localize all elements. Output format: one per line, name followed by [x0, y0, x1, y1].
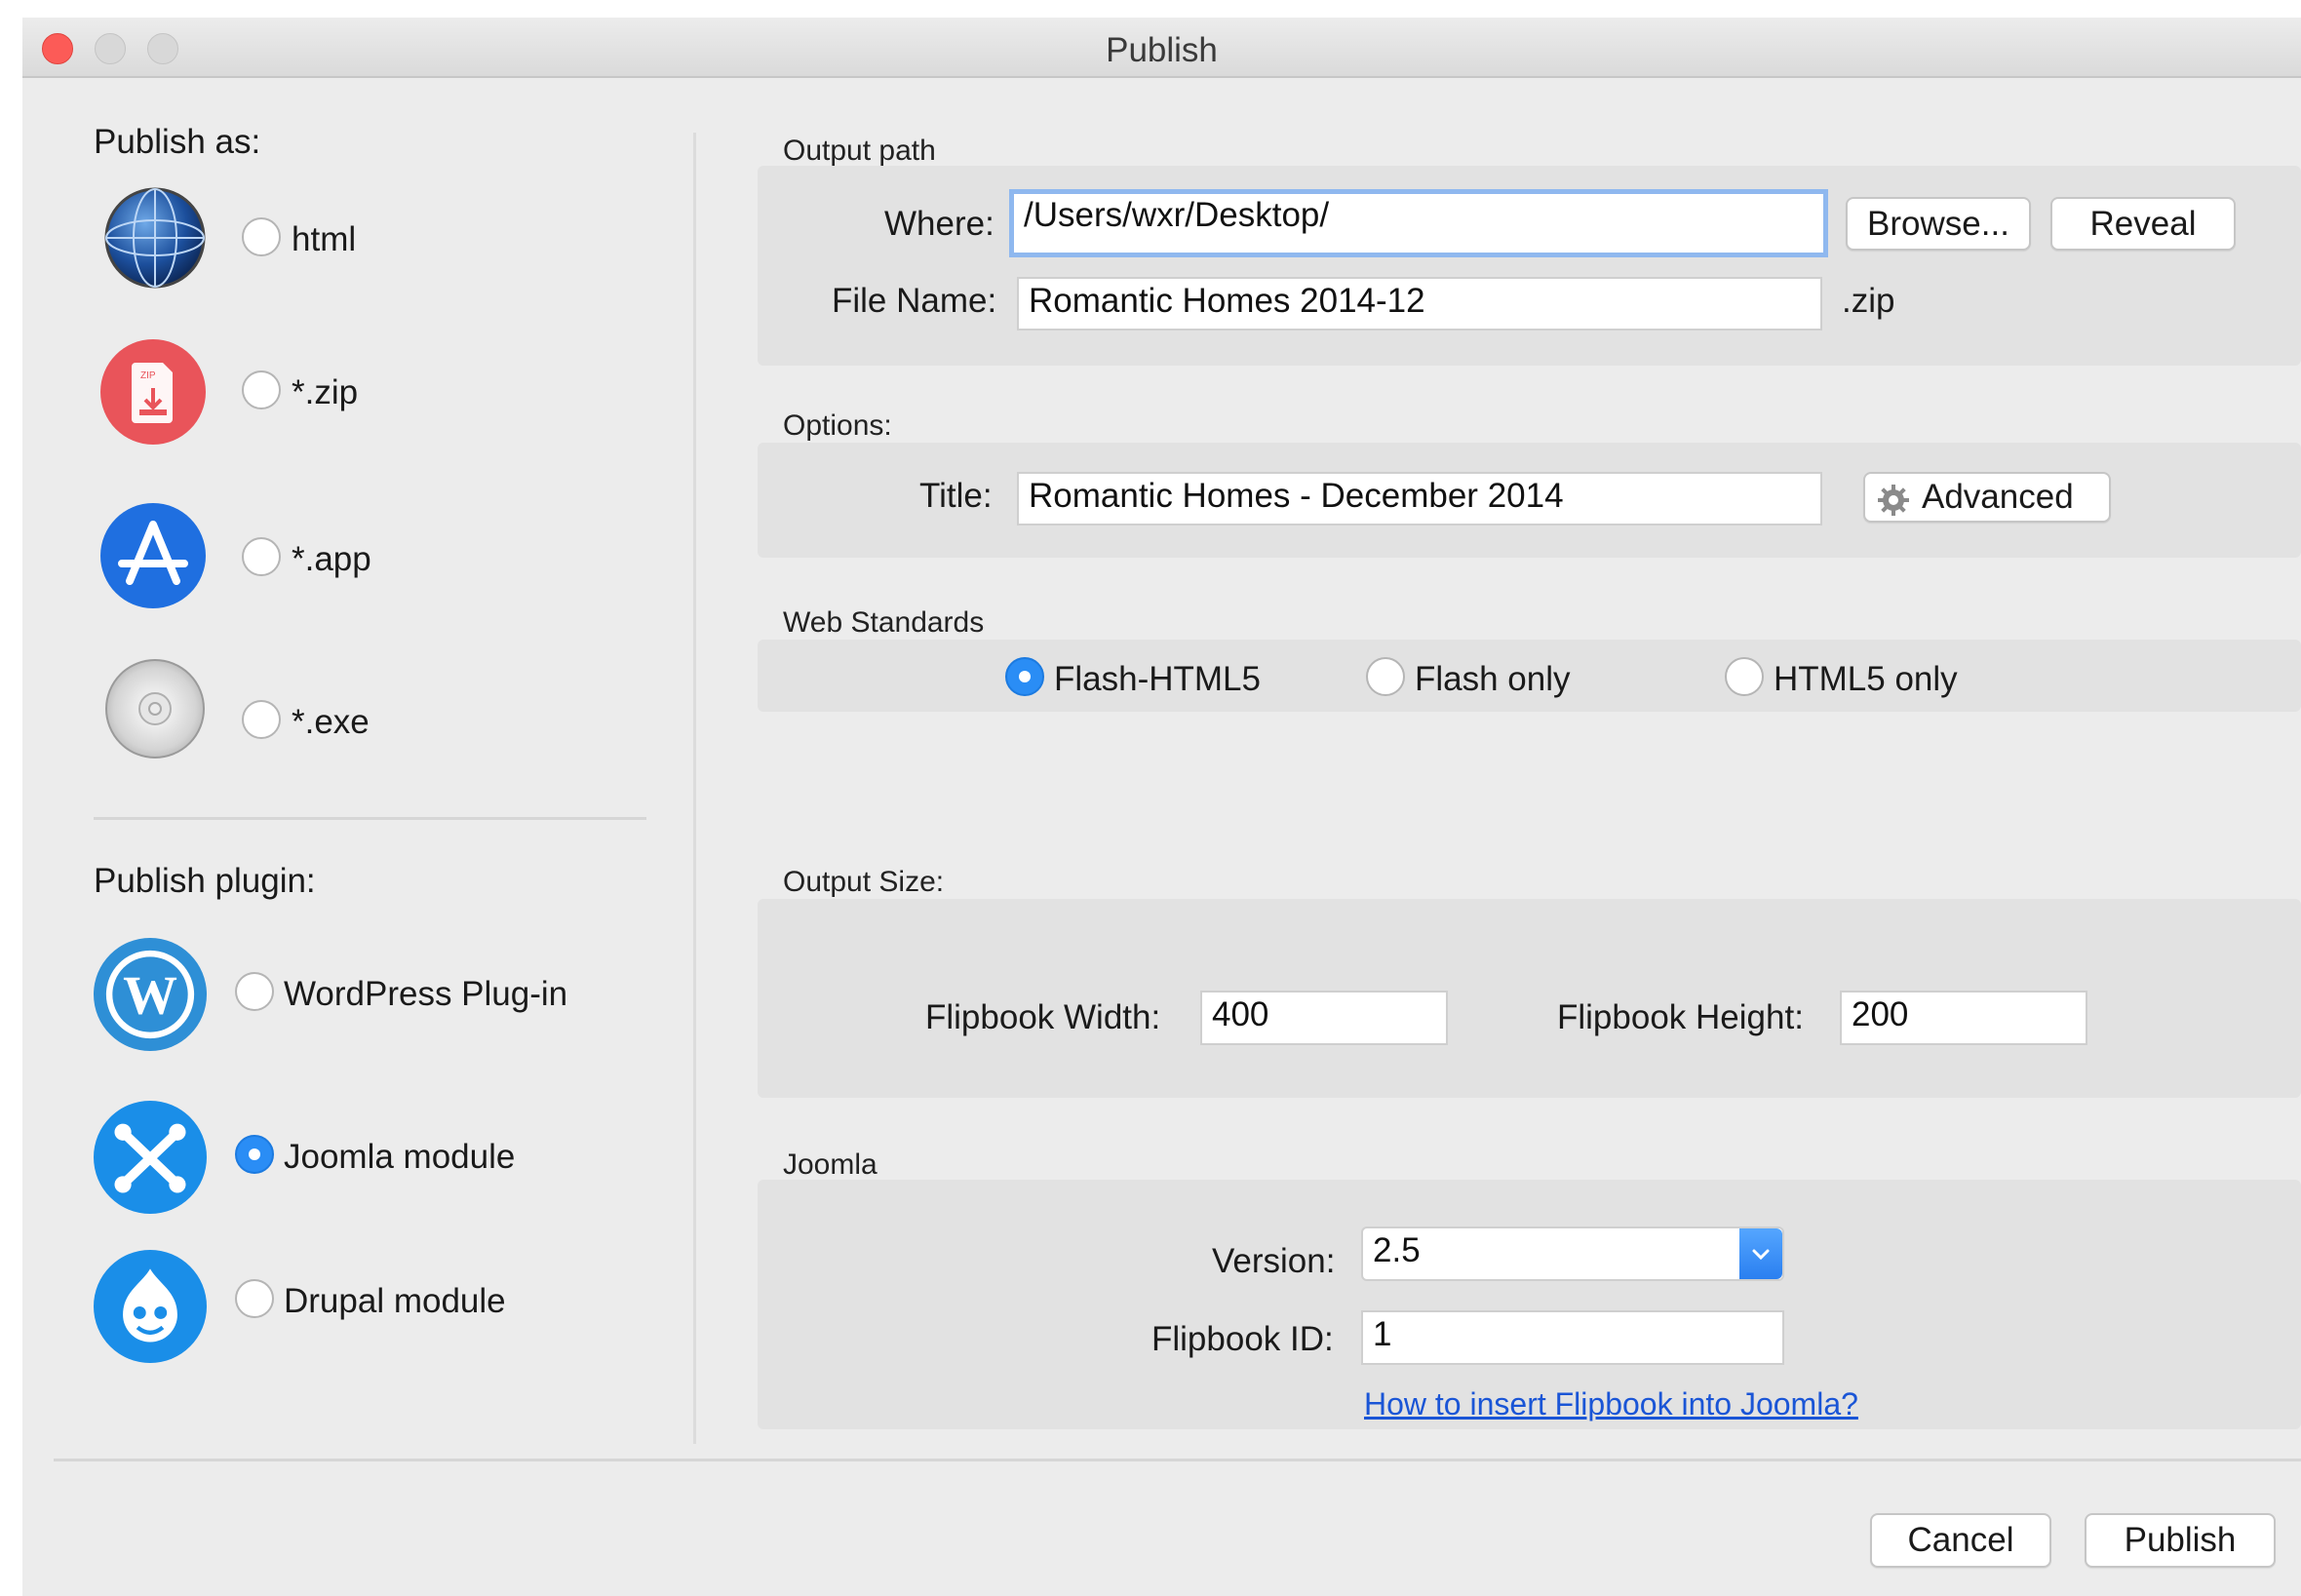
wordpress-icon: W	[94, 938, 207, 1051]
window-title: Publish	[1106, 31, 1218, 69]
options-label: Options:	[783, 409, 892, 442]
title-label: Title:	[919, 477, 993, 515]
cd-disc-icon	[105, 659, 205, 759]
output-size-label: Output Size:	[783, 866, 945, 898]
publish-as-app-label[interactable]: *.app	[292, 540, 371, 579]
flipbook-id-label: Flipbook ID:	[1151, 1320, 1334, 1358]
publish-dialog: Publish Publish as: html ZIP *.zip *.app	[22, 18, 2301, 1596]
publish-plugin-label: Publish plugin:	[94, 862, 316, 900]
select-arrow	[1739, 1228, 1782, 1279]
svg-text:ZIP: ZIP	[140, 370, 156, 381]
flash-only-radio[interactable]	[1366, 657, 1405, 696]
title-field[interactable]: Romantic Homes - December 2014	[1017, 472, 1822, 526]
reveal-button[interactable]: Reveal	[2050, 197, 2236, 251]
svg-text:W: W	[123, 965, 177, 1026]
flipbook-width-label: Flipbook Width:	[925, 998, 1161, 1036]
drupal-module-radio[interactable]	[235, 1279, 274, 1318]
version-label: Version:	[1212, 1242, 1336, 1280]
joomla-module-radio[interactable]	[235, 1135, 274, 1174]
flipbook-height-label: Flipbook Height:	[1557, 998, 1804, 1036]
flipbook-width-field[interactable]: 400	[1200, 991, 1448, 1045]
flipbook-id-field[interactable]: 1	[1361, 1310, 1784, 1365]
cancel-button[interactable]: Cancel	[1870, 1513, 2051, 1568]
browse-button[interactable]: Browse...	[1846, 197, 2031, 251]
web-standards-label: Web Standards	[783, 606, 985, 639]
flash-html5-label[interactable]: Flash-HTML5	[1054, 660, 1261, 699]
publish-as-zip-label[interactable]: *.zip	[292, 373, 358, 412]
flash-html5-radio[interactable]	[1005, 657, 1044, 696]
file-name-field[interactable]: Romantic Homes 2014-12	[1017, 277, 1822, 331]
drupal-icon	[94, 1250, 207, 1363]
drupal-module-label[interactable]: Drupal module	[284, 1282, 506, 1321]
flipbook-height-field[interactable]: 200	[1840, 991, 2087, 1045]
publish-button[interactable]: Publish	[2085, 1513, 2276, 1568]
app-store-icon	[100, 503, 206, 608]
output-path-label: Output path	[783, 135, 936, 167]
joomla-module-label[interactable]: Joomla module	[284, 1138, 515, 1177]
joomla-icon	[94, 1101, 207, 1214]
html5-only-radio[interactable]	[1725, 657, 1764, 696]
where-label: Where:	[884, 205, 994, 243]
version-select[interactable]: 2.5	[1361, 1226, 1784, 1281]
publish-as-html-radio[interactable]	[242, 217, 281, 256]
file-name-label: File Name:	[832, 282, 997, 320]
publish-as-html-label[interactable]: html	[292, 220, 356, 259]
gear-icon	[1878, 485, 1909, 516]
left-divider	[94, 817, 646, 820]
column-divider	[693, 133, 696, 1444]
where-field[interactable]: /Users/wxr/Desktop/	[1009, 189, 1828, 257]
joomla-help-link[interactable]: How to insert Flipbook into Joomla?	[1364, 1386, 1858, 1422]
globe-icon	[104, 187, 206, 289]
publish-as-zip-radio[interactable]	[242, 370, 281, 409]
footer-divider	[54, 1459, 2301, 1461]
chevron-down-icon	[1752, 1249, 1770, 1261]
advanced-button-label: Advanced	[1922, 478, 2074, 516]
zip-file-icon: ZIP	[100, 339, 206, 445]
file-extension-label: .zip	[1842, 282, 1895, 320]
publish-as-app-radio[interactable]	[242, 537, 281, 576]
version-select-value: 2.5	[1373, 1231, 1421, 1269]
title-bar: Publish	[22, 18, 2301, 78]
flash-only-label[interactable]: Flash only	[1415, 660, 1571, 699]
joomla-section-label: Joomla	[783, 1148, 878, 1181]
wordpress-plugin-label[interactable]: WordPress Plug-in	[284, 975, 567, 1014]
html5-only-label[interactable]: HTML5 only	[1774, 660, 1958, 699]
wordpress-plugin-radio[interactable]	[235, 972, 274, 1011]
publish-as-exe-label[interactable]: *.exe	[292, 703, 370, 742]
publish-as-exe-radio[interactable]	[242, 700, 281, 739]
publish-as-label: Publish as:	[94, 123, 261, 161]
advanced-button[interactable]: Advanced	[1863, 472, 2111, 523]
